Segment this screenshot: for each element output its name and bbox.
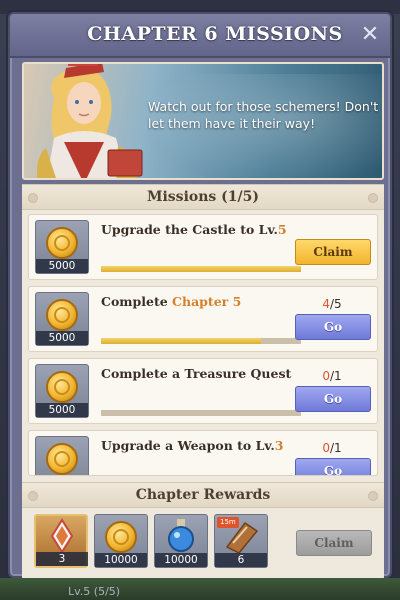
reward-amount: 5000 <box>36 331 88 345</box>
claim-button[interactable]: Claim <box>295 239 371 265</box>
mission-reward: 5000 <box>35 364 89 418</box>
potion-icon[interactable]: 10000 <box>154 514 208 568</box>
mission-reward: 5000 <box>35 220 89 274</box>
mission-text: Complete <box>101 294 173 309</box>
mission-highlight: 3 <box>274 438 284 453</box>
mission-row: Upgrade a Weapon to Lv.3 0/1 Go <box>28 430 378 476</box>
chapter-claim-button[interactable]: Claim <box>296 530 372 556</box>
go-button[interactable]: Go <box>295 458 371 475</box>
mission-description: Complete a Treasure Quest <box>101 366 301 381</box>
close-icon[interactable]: ✕ <box>358 24 382 48</box>
mission-count: 0/1 <box>297 369 367 383</box>
progress-bar <box>101 266 301 272</box>
title-bar: CHAPTER 6 MISSIONS ✕ <box>10 14 390 58</box>
mission-reward <box>35 436 89 475</box>
count-done: 0 <box>322 369 330 383</box>
header-ornament-left <box>28 193 38 203</box>
chapter-rewards: 3 10000 10000 15m 6 Claim <box>28 510 378 574</box>
missions-header: Missions (1/5) <box>22 184 384 210</box>
mission-highlight: Chapter 5 <box>172 294 242 309</box>
mission-description: Upgrade a Weapon to Lv.3 <box>101 438 301 453</box>
header-ornament-right <box>368 491 378 501</box>
reward-amount: 10000 <box>155 553 207 567</box>
mission-highlight: 5 <box>277 222 287 237</box>
reward-amount: 5000 <box>36 403 88 417</box>
count-total: /1 <box>329 441 342 455</box>
reward-amount: 6 <box>215 553 267 567</box>
hero-shard-icon[interactable]: 3 <box>34 514 88 568</box>
mission-text: Upgrade the Castle to Lv. <box>101 222 278 237</box>
mission-reward: 5000 <box>35 292 89 346</box>
progress-fill <box>101 338 261 344</box>
header-ornament-right <box>368 193 378 203</box>
missions-header-label: Missions (1/5) <box>146 189 259 205</box>
missions-panel: Missions (1/5) 5000 Upgrade the Castle t… <box>22 184 384 580</box>
mission-row: 5000 Complete Chapter 5 4/5 Go <box>28 286 378 352</box>
potion-graphic <box>168 519 194 552</box>
reward-amount: 3 <box>36 552 88 566</box>
mission-row: 5000 Complete a Treasure Quest 0/1 Go <box>28 358 378 424</box>
count-done: 0 <box>322 441 330 455</box>
progress-fill <box>101 266 301 272</box>
speedup-scroll-icon[interactable]: 15m 6 <box>214 514 268 568</box>
duration-badge: 15m <box>217 517 239 528</box>
gold-coin-icon <box>46 227 78 259</box>
mission-description: Complete Chapter 5 <box>101 294 301 309</box>
chapter-rewards-header-label: Chapter Rewards <box>135 487 271 503</box>
dialog-title: CHAPTER 6 MISSIONS <box>87 23 343 45</box>
count-total: /1 <box>329 369 342 383</box>
header-ornament-left <box>28 491 38 501</box>
mission-text: Upgrade a Weapon to Lv. <box>101 438 275 453</box>
chapter-rewards-header: Chapter Rewards <box>22 482 384 508</box>
mission-count: 0/1 <box>297 441 367 455</box>
gold-coin-graphic <box>105 521 137 553</box>
gold-coin-icon <box>46 371 78 403</box>
hero-portrait <box>37 64 143 178</box>
story-banner: Watch out for those schemers! Don't let … <box>22 62 384 180</box>
background-level-text: Lv.5 (5/5) <box>68 585 121 598</box>
banner-message: Watch out for those schemers! Don't let … <box>148 99 379 131</box>
progress-bar <box>101 338 301 344</box>
count-done: 4 <box>322 297 330 311</box>
mission-row: 5000 Upgrade the Castle to Lv.5 Claim <box>28 214 378 280</box>
hero-shard-graphic <box>50 518 74 554</box>
mission-count: 4/5 <box>297 297 367 311</box>
go-button[interactable]: Go <box>295 314 371 340</box>
reward-amount: 5000 <box>36 259 88 273</box>
go-button[interactable]: Go <box>295 386 371 412</box>
missions-dialog: CHAPTER 6 MISSIONS ✕ Watch out for those <box>8 12 392 580</box>
background-bottom: Lv.5 (5/5) <box>0 578 400 600</box>
mission-text: Complete a Treasure Quest <box>101 366 292 381</box>
gold-coin-icon <box>46 299 78 331</box>
mission-description: Upgrade the Castle to Lv.5 <box>101 222 301 237</box>
reward-amount: 10000 <box>95 553 147 567</box>
count-total: /5 <box>329 297 342 311</box>
progress-bar <box>101 410 301 416</box>
gold-coin-icon[interactable]: 10000 <box>94 514 148 568</box>
gold-coin-icon <box>46 443 78 475</box>
